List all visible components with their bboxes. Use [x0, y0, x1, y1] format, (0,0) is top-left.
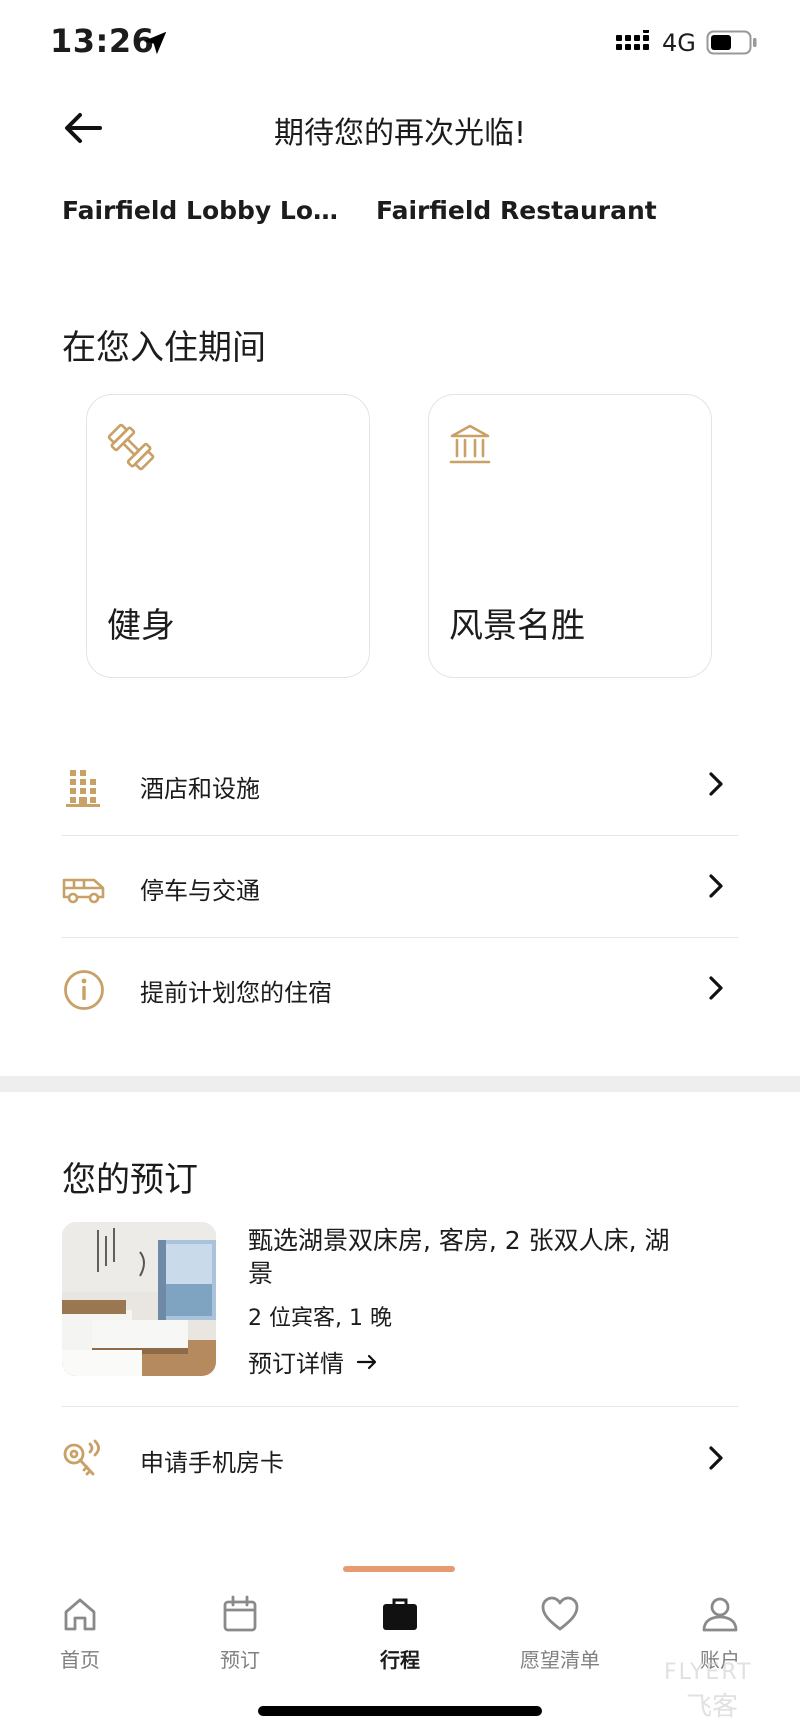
dining-outlets: Fairfield Lobby Lounge Fairfield Restaur…	[62, 196, 657, 236]
arrow-right-icon	[356, 1354, 377, 1369]
location-arrow-icon	[143, 31, 167, 55]
section-separator	[0, 1076, 800, 1092]
fitness-card[interactable]: 健身	[86, 394, 370, 678]
status-time: 13:26	[50, 22, 155, 60]
battery-icon	[706, 30, 757, 55]
tab-home-label: 首页	[60, 1648, 100, 1672]
room-photo[interactable]	[62, 1222, 216, 1376]
calendar-icon	[223, 1595, 257, 1632]
room-type: 甄选湖景双床房, 客房, 2 张双人床, 湖景	[248, 1226, 670, 1288]
parking-transport-row[interactable]: 停车与交通	[62, 836, 738, 936]
hotel-facilities-label: 酒店和设施	[140, 775, 260, 803]
divider	[62, 1406, 738, 1407]
tab-wishlist[interactable]: 愿望清单	[480, 1586, 640, 1676]
mobile-key-icon	[63, 1439, 100, 1476]
parking-transport-label: 停车与交通	[140, 877, 260, 905]
reservation-title: 您的预订	[62, 1160, 198, 1200]
hotel-facilities-row[interactable]: 酒店和设施	[62, 734, 738, 834]
plan-stay-label: 提前计划您的住宿	[140, 979, 332, 1007]
page-title: 期待您的再次光临!	[273, 116, 527, 151]
tab-book-label: 预订	[220, 1648, 260, 1672]
status-bar: 13:26 4G	[0, 0, 800, 88]
attractions-card[interactable]: 风景名胜	[428, 394, 712, 678]
tab-trips-label: 行程	[380, 1648, 420, 1672]
during-stay-title: 在您入住期间	[62, 328, 266, 368]
building-icon	[66, 770, 100, 807]
fitness-label: 健身	[107, 606, 175, 646]
dumbbell-icon	[107, 423, 155, 471]
shuttle-van-icon	[62, 878, 105, 904]
back-arrow-icon	[65, 113, 102, 143]
home-indicator	[258, 1706, 542, 1716]
reservation-details-label: 预订详情	[248, 1350, 344, 1378]
tab-book[interactable]: 预订	[160, 1586, 320, 1676]
guest-nights: 2 位宾客, 1 晚	[248, 1306, 392, 1331]
chevron-right-icon	[709, 1446, 723, 1470]
chevron-right-icon	[709, 874, 723, 898]
tab-wishlist-label: 愿望清单	[520, 1648, 600, 1672]
outlet-lobby-lounge[interactable]: Fairfield Lobby Lounge	[62, 196, 342, 236]
outlet-restaurant[interactable]: Fairfield Restaurant	[376, 196, 657, 236]
signal-icon	[616, 30, 649, 50]
watermark-text-latin: FLYERT	[664, 1660, 753, 1685]
person-icon	[702, 1597, 738, 1632]
mobile-key-label: 申请手机房卡	[140, 1449, 284, 1477]
top-navigation: 期待您的再次光临!	[0, 88, 800, 168]
heart-icon	[541, 1596, 579, 1631]
chevron-right-icon	[709, 976, 723, 1000]
tab-home[interactable]: 首页	[0, 1586, 160, 1676]
tab-trips[interactable]: 行程	[320, 1586, 480, 1676]
active-tab-indicator	[343, 1566, 455, 1572]
attractions-label: 风景名胜	[449, 606, 585, 646]
chevron-right-icon	[709, 772, 723, 796]
back-button[interactable]	[60, 106, 110, 150]
room-photo-image	[62, 1222, 216, 1376]
watermark-text-chinese: 飞客	[686, 1692, 739, 1722]
mobile-key-row[interactable]: 申请手机房卡	[62, 1408, 738, 1508]
plan-stay-row[interactable]: 提前计划您的住宿	[62, 938, 738, 1038]
briefcase-icon	[383, 1598, 417, 1630]
reservation-details-link[interactable]: 预订详情	[248, 1344, 378, 1379]
network-type: 4G	[662, 29, 696, 57]
info-icon	[64, 970, 104, 1010]
landmark-icon	[449, 424, 491, 464]
flyert-watermark: FLYERT 飞客	[664, 1660, 794, 1722]
home-icon	[64, 1598, 96, 1631]
